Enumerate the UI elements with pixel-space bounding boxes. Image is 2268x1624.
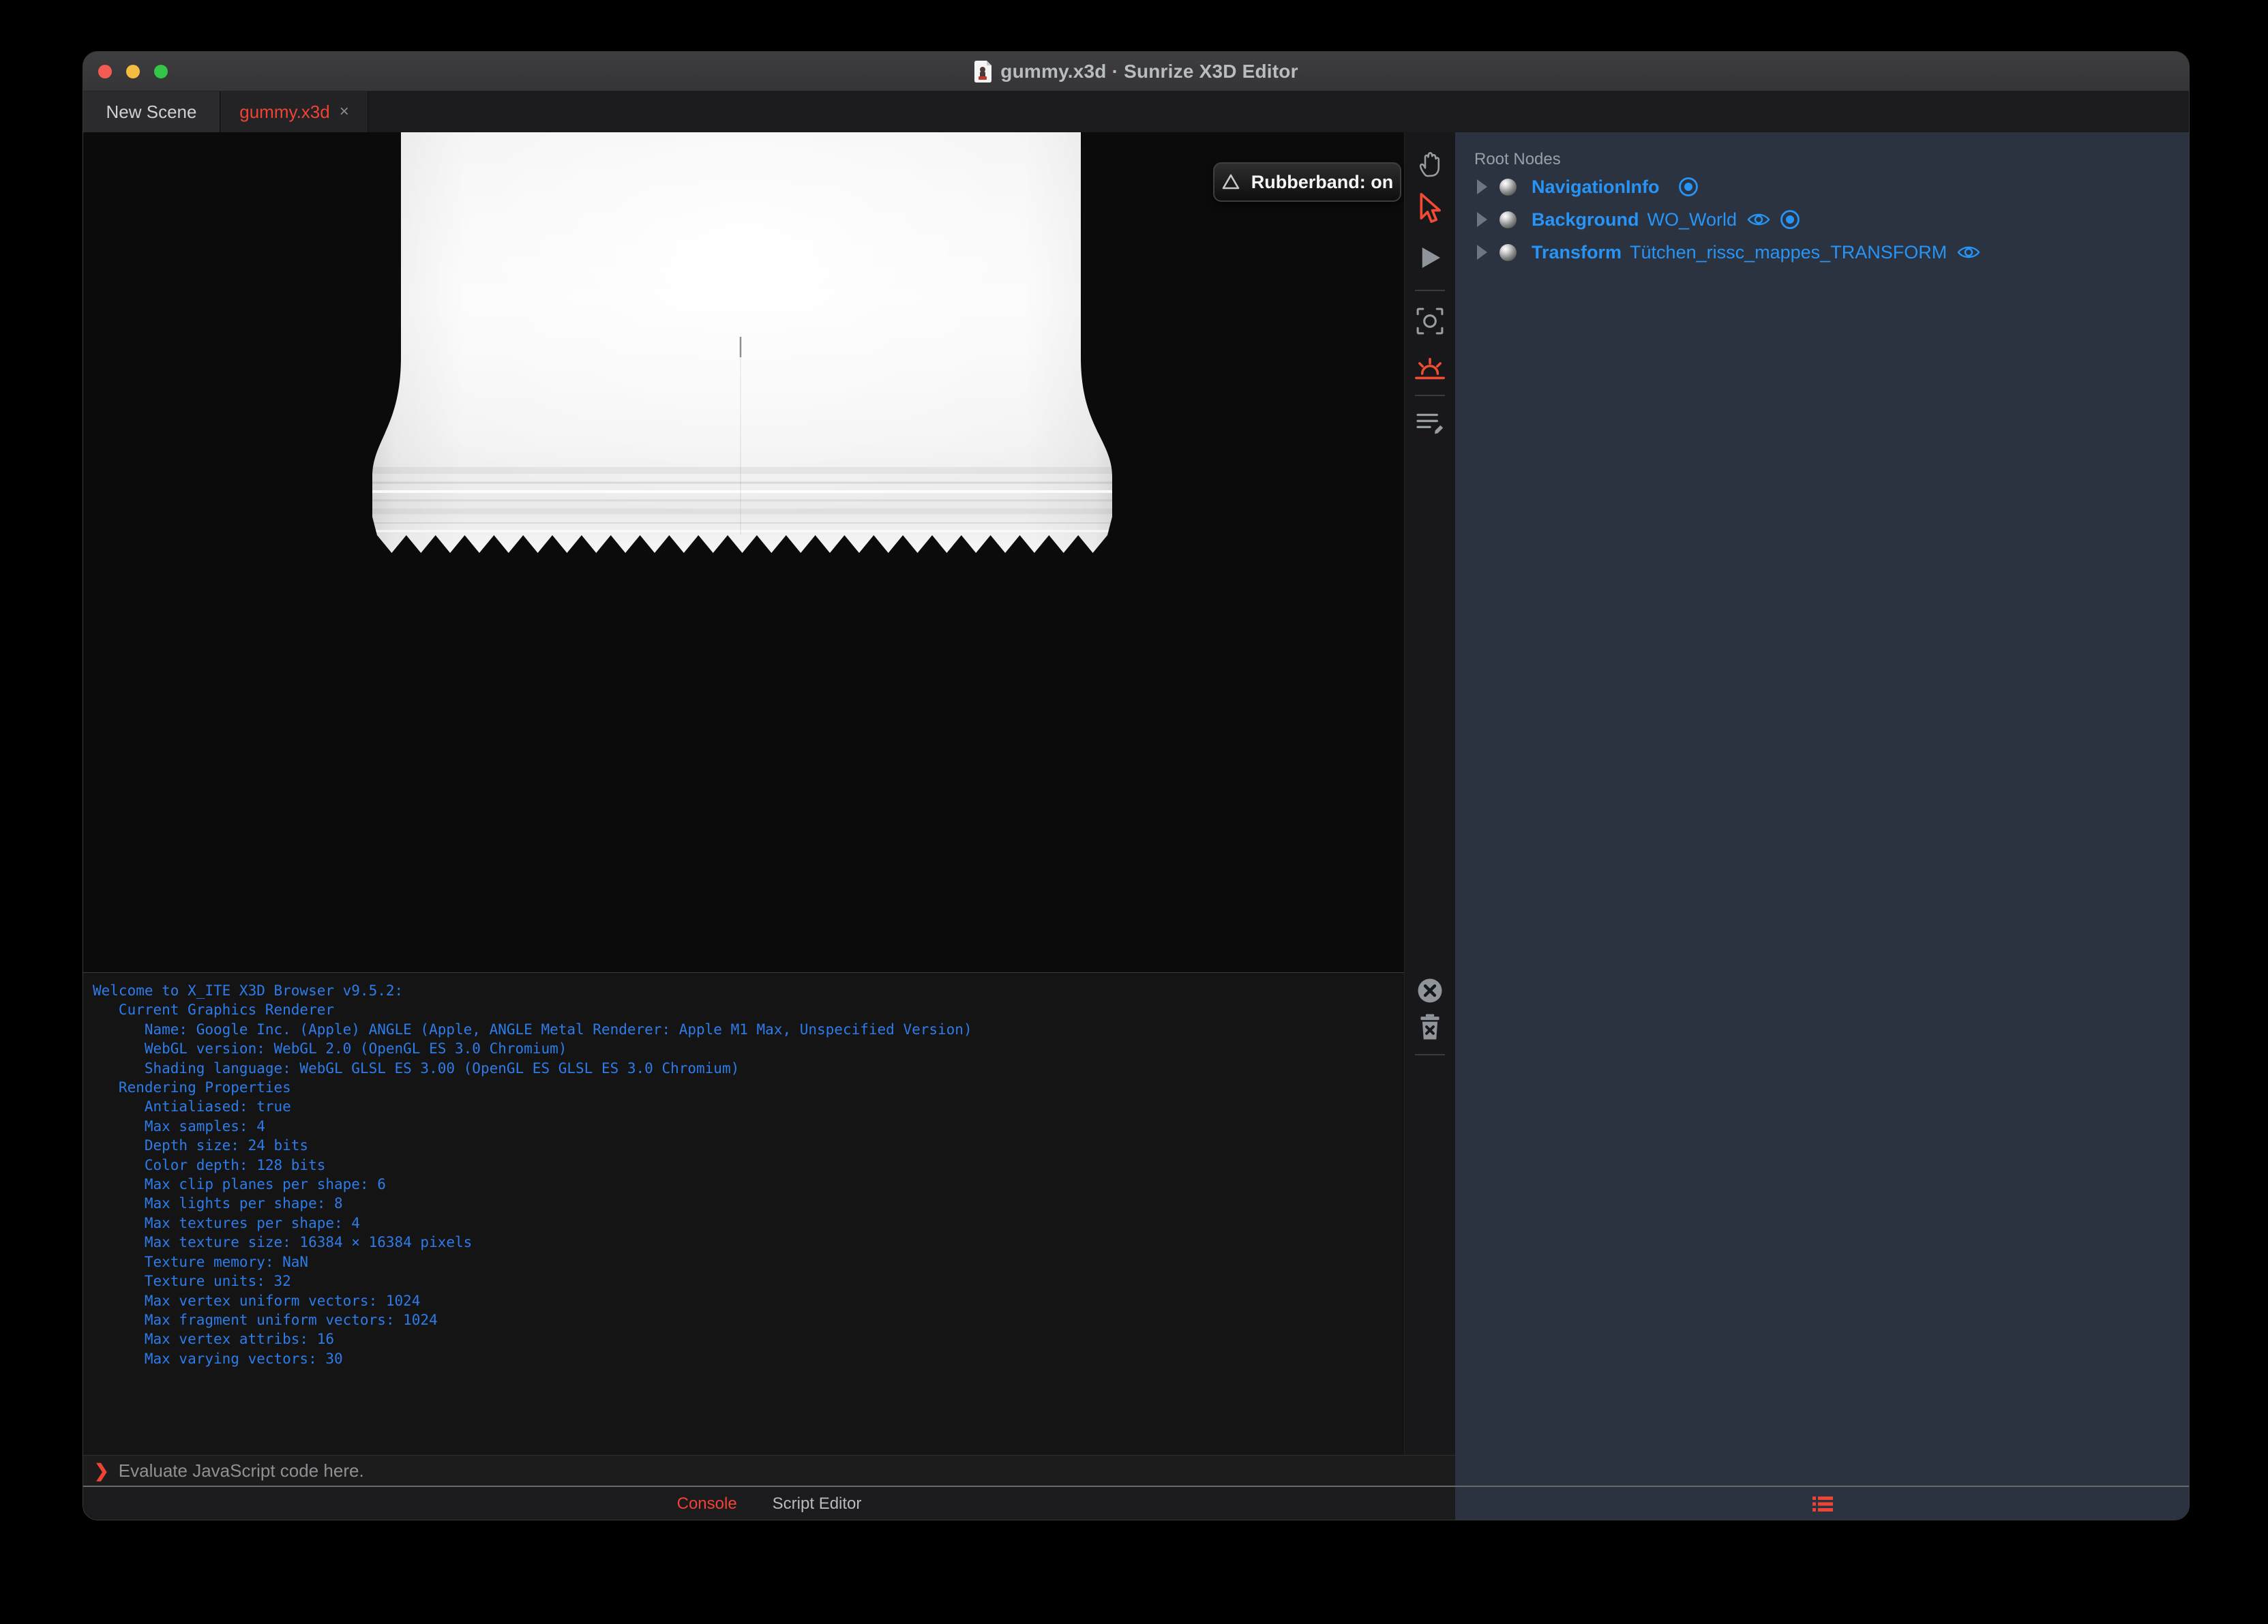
tab-script-editor[interactable]: Script Editor	[773, 1494, 862, 1514]
hand-icon	[1419, 152, 1440, 177]
console-log-text: Welcome to X_ITE X3D Browser v9.5.2: Cur…	[93, 982, 972, 1367]
tab-label: gummy.x3d	[239, 101, 330, 122]
outline-header: Root Nodes	[1474, 150, 1561, 168]
trash-x-icon	[1420, 1014, 1439, 1040]
document-icon	[974, 60, 992, 82]
traffic-lights	[98, 65, 168, 78]
panel-bottom-bar	[1455, 1487, 2189, 1520]
viewport-toolbar	[1404, 132, 1455, 1455]
visibility-eye-icon[interactable]	[1956, 243, 1981, 261]
cursor-arrow-icon	[1420, 192, 1441, 223]
close-window-button[interactable]	[98, 65, 112, 78]
desktop: { "window": { "title": "gummy.x3d · Sunr…	[0, 0, 2268, 1624]
expand-caret-icon[interactable]	[1477, 179, 1487, 194]
node-sphere-icon	[1499, 211, 1517, 228]
tab-label: New Scene	[106, 101, 197, 122]
focus-viewfinder-icon	[1416, 307, 1444, 335]
toolbar-divider	[1415, 395, 1445, 396]
node-sphere-icon	[1499, 243, 1517, 261]
node-state-icons	[1677, 176, 1699, 198]
window-title: gummy.x3d · Sunrize X3D Editor	[1000, 60, 1298, 82]
tab-new-scene[interactable]: New Scene	[83, 91, 220, 132]
node-state-icons	[1746, 209, 1801, 230]
tree-node-row[interactable]: NavigationInfo	[1455, 170, 2189, 203]
minimize-window-button[interactable]	[126, 65, 140, 78]
tree-node-row[interactable]: Background WO_World	[1455, 203, 2189, 236]
node-tree: NavigationInfo Background WO_World Trans…	[1455, 170, 2189, 269]
node-type-label: Transform	[1532, 241, 1622, 262]
center-view-button[interactable]	[1414, 305, 1446, 337]
node-name-label: Tütchen_rissc_mappes_TRANSFORM	[1630, 241, 1948, 262]
app-window: gummy.x3d · Sunrize X3D Editor New Scene…	[83, 51, 2190, 1520]
console-input-placeholder[interactable]: Evaluate JavaScript code here.	[119, 1460, 364, 1482]
gummy-bag-model[interactable]	[83, 132, 1404, 972]
rubberband-label: Rubberband: on	[1251, 171, 1394, 192]
node-sphere-icon	[1499, 178, 1517, 196]
play-icon	[1422, 247, 1440, 268]
sunrise-light-button[interactable]	[1414, 350, 1446, 383]
tab-close-icon[interactable]: ×	[340, 102, 349, 121]
expand-caret-icon[interactable]	[1477, 212, 1487, 227]
bound-target-icon[interactable]	[1779, 209, 1801, 230]
toolbar-divider	[1415, 290, 1445, 291]
list-view-icon[interactable]	[1811, 1494, 1834, 1514]
visibility-eye-icon[interactable]	[1746, 211, 1771, 228]
select-arrow-tool-button[interactable]	[1414, 192, 1446, 225]
script-pencil-icon	[1416, 413, 1444, 434]
pan-hand-tool-button[interactable]	[1414, 146, 1446, 179]
rubberband-status-badge: Rubberband: on	[1213, 162, 1401, 202]
zoom-window-button[interactable]	[154, 65, 168, 78]
rubberband-triangle-icon	[1222, 174, 1240, 190]
sunrise-icon	[1415, 357, 1445, 380]
toolbar-divider	[1415, 1054, 1445, 1055]
tree-node-row[interactable]: Transform Tütchen_rissc_mappes_TRANSFORM	[1455, 236, 2189, 269]
expand-caret-icon[interactable]	[1477, 245, 1487, 260]
bottom-bar: Console Script Editor	[83, 1486, 2189, 1520]
node-type-label: NavigationInfo	[1532, 176, 1660, 197]
script-editor-button[interactable]	[1414, 406, 1446, 439]
prompt-chevron-icon: ❯	[94, 1460, 109, 1481]
node-type-label: Background	[1532, 209, 1639, 230]
bottom-tabs: Console Script Editor	[83, 1487, 1455, 1520]
node-state-icons	[1956, 243, 1981, 261]
delete-output-button[interactable]	[1414, 1010, 1446, 1043]
node-name-label: WO_World	[1647, 209, 1737, 230]
outline-panel: Root Nodes NavigationInfo Background WO_…	[1455, 132, 2189, 1486]
titlebar: gummy.x3d · Sunrize X3D Editor	[83, 52, 2189, 91]
tabbar: New Scene gummy.x3d ×	[83, 91, 2189, 132]
clear-circle-x-icon	[1418, 978, 1442, 1003]
bound-target-icon[interactable]	[1677, 176, 1699, 198]
console-input-row[interactable]: ❯ Evaluate JavaScript code here.	[83, 1455, 1455, 1486]
viewport-3d[interactable]: Rubberband: on	[83, 132, 1404, 972]
tab-console[interactable]: Console	[677, 1494, 737, 1514]
clear-console-button[interactable]	[1414, 974, 1446, 1007]
play-button[interactable]	[1414, 241, 1446, 274]
tab-gummy-x3d[interactable]: gummy.x3d ×	[221, 91, 368, 132]
console-output[interactable]: Welcome to X_ITE X3D Browser v9.5.2: Cur…	[83, 972, 1404, 1455]
